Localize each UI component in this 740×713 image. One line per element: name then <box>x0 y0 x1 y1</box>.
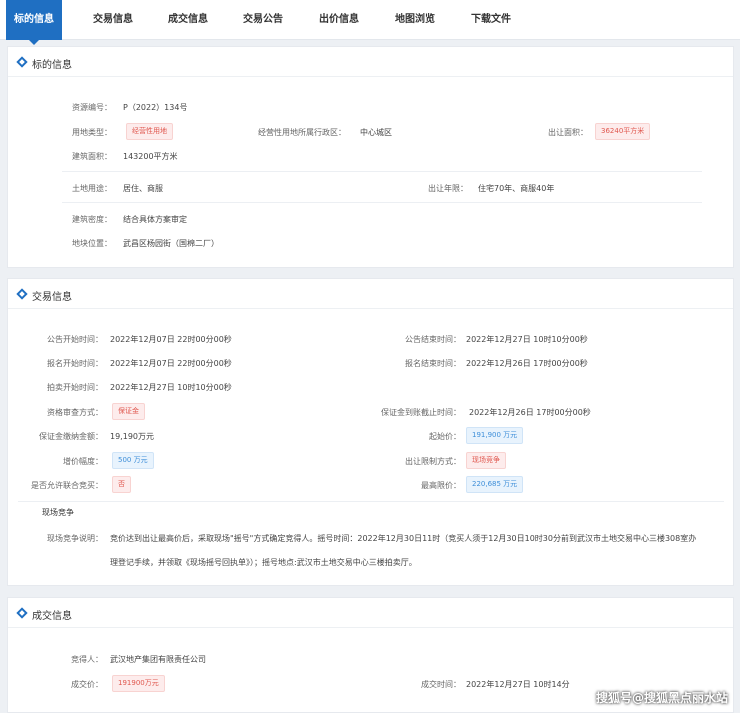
watermark: 搜狐号@搜狐黑点丽水站 <box>595 691 728 705</box>
auction-start-label: 拍卖开始时间： <box>47 383 103 392</box>
area-tag: 36240平方米 <box>595 123 651 140</box>
max-price-tag: 220,685 万元 <box>466 476 524 493</box>
signup-end-label: 报名结束时间： <box>405 359 461 368</box>
resource-no-label: 资源编号： <box>72 103 112 112</box>
deal-price-tag: 191900万元 <box>112 675 165 692</box>
term-label: 出让年限： <box>428 184 468 193</box>
deal-time-label: 成交时间： <box>421 680 461 689</box>
tab-deal-info[interactable]: 成交信息 <box>168 0 208 40</box>
land-use-value: 居住、商服 <box>123 184 163 193</box>
resource-no-value: P（2022）134号 <box>123 103 188 112</box>
building-area-value: 143200平方米 <box>123 152 178 161</box>
land-use-label: 土地用途： <box>72 184 112 193</box>
tab-download-files[interactable]: 下载文件 <box>471 0 511 40</box>
deal-info-title: 成交信息 <box>32 611 72 622</box>
tab-bid-info[interactable]: 出价信息 <box>319 0 359 40</box>
trade-info-header: 交易信息 <box>8 279 733 309</box>
diamond-icon <box>16 56 28 68</box>
deposit-deadline-label: 保证金到账截止时间： <box>381 408 461 417</box>
land-type-label: 用地类型： <box>72 128 112 137</box>
deal-info-header: 成交信息 <box>8 598 733 628</box>
diamond-icon <box>16 288 28 300</box>
increment-tag: 500 万元 <box>112 452 154 469</box>
density-label: 建筑密度： <box>72 215 112 224</box>
limit-label: 出让限制方式： <box>405 457 461 466</box>
area-label: 出让面积： <box>548 128 588 137</box>
trade-info-title: 交易信息 <box>32 292 72 303</box>
target-info-title: 标的信息 <box>32 60 72 71</box>
tab-target-info[interactable]: 标的信息 <box>6 0 62 45</box>
notice-end-label: 公告结束时间： <box>405 335 461 344</box>
site-desc-line-2: 理登记手续，并领取《现场摇号回执单》）；摇号地点:武汉市土地交易中心三楼拍卖厅。 <box>110 558 417 567</box>
signup-start-value: 2022年12月07日 22时00分00秒 <box>110 359 232 368</box>
joint-bid-tag: 否 <box>112 476 131 493</box>
auction-start-value: 2022年12月27日 10时10分00秒 <box>110 383 232 392</box>
signup-end-value: 2022年12月26日 17时00分00秒 <box>466 359 588 368</box>
notice-start-label: 公告开始时间： <box>47 335 103 344</box>
start-price-label: 起始价： <box>429 432 461 441</box>
notice-start-value: 2022年12月07日 22时00分00秒 <box>110 335 232 344</box>
deal-price-label: 成交价： <box>71 680 103 689</box>
trade-info-card: 交易信息 公告开始时间： 2022年12月07日 22时00分00秒 公告结束时… <box>7 278 734 586</box>
divider <box>62 202 702 203</box>
divider <box>62 171 702 172</box>
winner-label: 竞得人： <box>71 655 103 664</box>
qual-tag: 保证金 <box>112 403 145 420</box>
target-info-card: 标的信息 资源编号： P（2022）134号 用地类型： 经营性用地 经营性用地… <box>7 46 734 268</box>
density-value: 结合具体方案审定 <box>123 215 187 224</box>
location-label: 地块位置： <box>72 239 112 248</box>
target-info-header: 标的信息 <box>8 47 733 77</box>
max-price-label: 最高限价： <box>421 481 461 490</box>
site-desc-label: 现场竞争说明： <box>47 534 103 543</box>
term-value: 住宅70年、商服40年 <box>478 184 555 193</box>
deposit-deadline-value: 2022年12月26日 17时00分00秒 <box>469 408 591 417</box>
start-price-tag: 191,900 万元 <box>466 427 524 444</box>
divider <box>18 501 724 502</box>
limit-tag: 现场竞争 <box>466 452 506 469</box>
location-value: 武昌区杨园街（国棉二厂） <box>123 239 219 248</box>
qual-label: 资格审查方式： <box>47 408 103 417</box>
tab-trade-info[interactable]: 交易信息 <box>93 0 133 40</box>
notice-end-value: 2022年12月27日 10时10分00秒 <box>466 335 588 344</box>
tab-map-browse[interactable]: 地图浏览 <box>395 0 435 40</box>
district-value: 中心城区 <box>360 128 392 137</box>
deposit-value: 19,190万元 <box>110 432 154 441</box>
diamond-icon <box>16 607 28 619</box>
winner-value: 武汉地产集团有限责任公司 <box>110 655 206 664</box>
site-competition-heading: 现场竞争 <box>42 508 74 517</box>
joint-bid-label: 是否允许联合竞买： <box>31 481 103 490</box>
building-area-label: 建筑面积： <box>72 152 112 161</box>
site-desc-line-1: 竞价达到出让最高价后，采取现场"摇号"方式确定竞得人。摇号时间：2022年12月… <box>110 534 697 543</box>
signup-start-label: 报名开始时间： <box>47 359 103 368</box>
deposit-label: 保证金缴纳金额： <box>39 432 103 441</box>
increment-label: 增价幅度： <box>63 457 103 466</box>
deal-time-value: 2022年12月27日 10时14分 <box>466 680 570 689</box>
tab-bar: 标的信息 交易信息 成交信息 交易公告 出价信息 地图浏览 下载文件 <box>0 0 740 45</box>
land-type-tag: 经营性用地 <box>126 123 173 140</box>
tab-trade-notice[interactable]: 交易公告 <box>243 0 283 40</box>
district-label: 经营性用地所属行政区： <box>258 128 346 137</box>
